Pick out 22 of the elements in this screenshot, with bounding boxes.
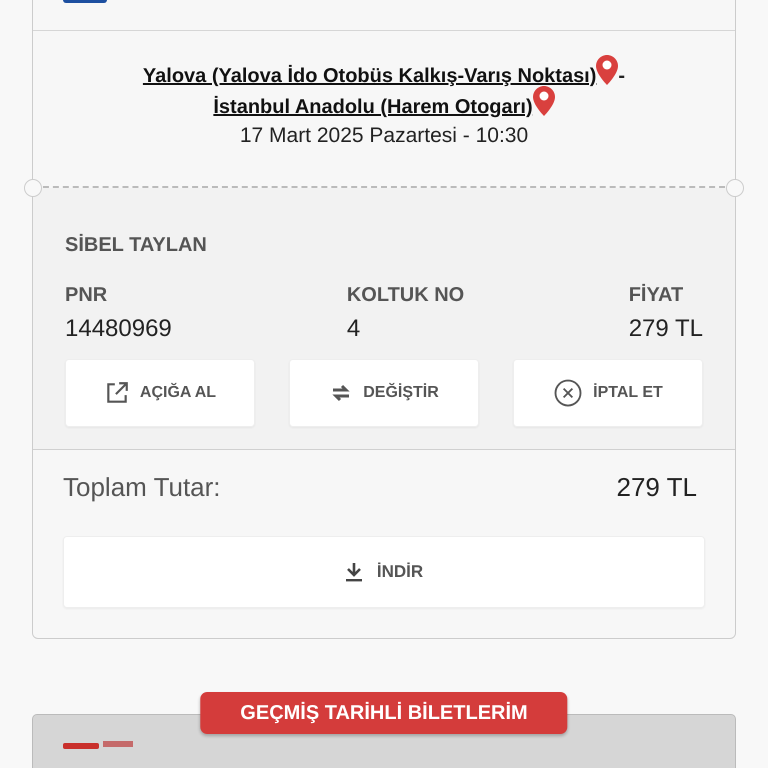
cancel-circle-icon <box>553 378 584 408</box>
total-value: 279 TL <box>616 472 697 503</box>
download-button[interactable]: İNDİR <box>63 536 705 608</box>
download-icon <box>344 562 363 582</box>
past-tickets-button[interactable]: GEÇMİŞ TARİHLİ BİLETLERİM <box>200 692 568 734</box>
total-label: Toplam Tutar: <box>63 472 221 503</box>
release-button[interactable]: AÇIĞA AL <box>65 359 255 427</box>
change-button[interactable]: DEĞİŞTİR <box>289 359 479 427</box>
field-label: KOLTUK NO <box>346 284 466 307</box>
route-stop-link[interactable]: Yalova (Yalova İdo Otobüs Kalkış-Varış Noktası) <box>142 65 596 91</box>
route-stop-link[interactable]: İstanbul Anadolu (Harem Otogarı) <box>213 96 533 122</box>
field-value: 4 <box>346 315 362 343</box>
field-label: FİYAT <box>628 284 684 307</box>
map-pin-icon <box>532 86 555 116</box>
route-separator: - <box>618 65 626 89</box>
departure-date: 17 Mart 2025 Pazartesi - 10:30 <box>240 124 528 148</box>
passenger-name: SİBEL TAYLAN <box>65 234 208 257</box>
field-label: PNR <box>65 284 108 307</box>
field-value: 14480969 <box>65 315 173 343</box>
cancel-button[interactable]: İPTAL ET <box>513 359 703 427</box>
field-value: 279 TL <box>628 315 703 343</box>
map-pin-icon <box>596 55 618 85</box>
